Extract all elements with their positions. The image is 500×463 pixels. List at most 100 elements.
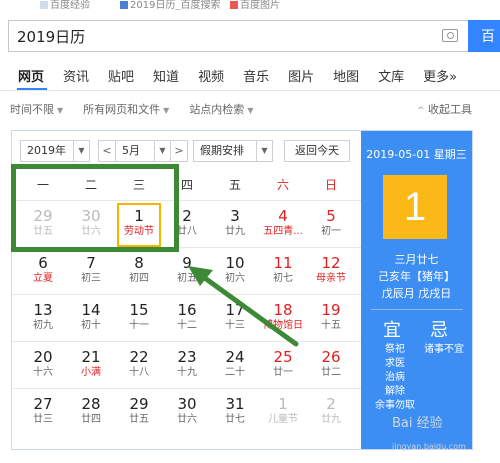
calendar-day-cell[interactable]: 17 十三 (213, 297, 257, 341)
calendar-day-cell[interactable]: 13 初九 (21, 297, 65, 341)
type-filter[interactable]: 所有网页和文件 ▼ (83, 101, 169, 117)
calendar-day-cell[interactable]: 25 廿一 (261, 344, 305, 388)
site-filter[interactable]: 站点内检索 ▼ (189, 101, 253, 117)
lunar-label: 初三 (81, 273, 101, 284)
calendar-day-cell[interactable]: 28 廿四 (69, 391, 113, 435)
search-filters: 时间不限 ▼ 所有网页和文件 ▼ 站点内检索 ▼ (10, 101, 273, 117)
calendar-day-cell[interactable]: 2 廿九 (309, 391, 353, 435)
selected-day-number: 1 (383, 175, 447, 239)
calendar-day-cell[interactable]: 26 廿二 (309, 344, 353, 388)
day-number: 10 (225, 254, 245, 272)
tab-1[interactable]: 资讯 (63, 66, 89, 86)
day-number: 1 (278, 395, 288, 413)
calendar-day-cell[interactable]: 21 小满 (69, 344, 113, 388)
divider (12, 388, 361, 389)
browser-tab[interactable]: 百度经验 (40, 0, 90, 10)
camera-icon[interactable] (442, 29, 458, 42)
lunar-label: 十一 (129, 320, 149, 331)
year-select[interactable]: 2019年 ▼ (20, 140, 90, 162)
weekday-label: 六 (276, 178, 289, 192)
calendar-day-cell[interactable]: 4 五四青... (261, 203, 305, 247)
calendar-day-cell[interactable]: 3 廿九 (213, 203, 257, 247)
holiday-select[interactable]: 假期安排 ▼ (193, 140, 273, 162)
tab-9[interactable]: 更多» (423, 66, 457, 86)
day-number: 18 (273, 301, 293, 319)
day-number: 8 (134, 254, 144, 272)
day-number: 28 (81, 395, 101, 413)
yi-item: 解除 (385, 386, 405, 397)
collapse-tools-label: 收起工具 (428, 103, 472, 116)
back-to-today-button[interactable]: 返回今天 (284, 140, 350, 162)
tab-2[interactable]: 贴吧 (108, 66, 134, 86)
calendar-day-cell[interactable]: 6 立夏 (21, 250, 65, 294)
search-button[interactable]: 百 (468, 20, 500, 52)
tab-3[interactable]: 知道 (153, 66, 179, 86)
browser-tab[interactable]: 百度图片 (230, 0, 280, 10)
calendar-day-cell[interactable]: 11 初七 (261, 250, 305, 294)
calendar-day-cell[interactable]: 7 初三 (69, 250, 113, 294)
calendar-day-cell[interactable]: 27 廿三 (21, 391, 65, 435)
ganzhi-year: 己亥年【猪年】 (378, 270, 455, 283)
lunar-label: 廿九 (225, 226, 245, 237)
calendar-day-cell[interactable]: 12 母亲节 (309, 250, 353, 294)
day-number: 11 (273, 254, 293, 272)
yi-item: 祭祀 (385, 344, 405, 355)
back-to-today-label: 返回今天 (295, 144, 339, 157)
tab-8[interactable]: 文库 (378, 66, 404, 86)
next-month-button[interactable]: > (170, 140, 188, 162)
browser-tab[interactable]: 2019日历_百度搜索 (120, 0, 220, 10)
divider (0, 90, 500, 91)
calendar-day-cell[interactable]: 19 十五 (309, 297, 353, 341)
day-number: 23 (177, 348, 197, 366)
ji-list: 诸事不宜 (419, 343, 469, 357)
time-filter[interactable]: 时间不限 ▼ (10, 101, 63, 117)
prev-month-label: < (102, 144, 112, 157)
tab-6[interactable]: 图片 (288, 66, 314, 86)
day-number: 29 (129, 395, 149, 413)
collapse-tools-link[interactable]: ^ 收起工具 (417, 101, 472, 117)
calendar-day-cell[interactable]: 10 初六 (213, 250, 257, 294)
day-number: 5 (326, 207, 336, 225)
calendar-day-cell[interactable]: 1 儿童节 (261, 391, 305, 435)
lunar-label: 五四青... (263, 226, 303, 237)
calendar-day-cell[interactable]: 14 初十 (69, 297, 113, 341)
calendar-day-cell[interactable]: 16 十二 (165, 297, 209, 341)
day-number: 19 (321, 301, 341, 319)
tab-0[interactable]: 网页 (18, 66, 44, 86)
calendar-day-cell[interactable]: 18 博物馆日 (261, 297, 305, 341)
day-number: 20 (33, 348, 53, 366)
browser-tab-label: 百度经验 (50, 0, 90, 10)
calendar-day-cell[interactable]: 30 廿六 (165, 391, 209, 435)
lunar-label: 廿一 (273, 367, 293, 378)
day-number: 9 (182, 254, 192, 272)
yi-item: 治病 (385, 372, 405, 383)
calendar-day-cell[interactable]: 9 初五 (165, 250, 209, 294)
prev-month-button[interactable]: < (98, 140, 116, 162)
calendar-day-cell[interactable]: 29 廿五 (117, 391, 161, 435)
day-number: 25 (273, 348, 293, 366)
calendar-day-cell[interactable]: 20 十六 (21, 344, 65, 388)
weekday-label: 日 (324, 178, 337, 192)
site-filter-label: 站点内检索 (189, 103, 245, 116)
time-filter-label: 时间不限 (10, 103, 54, 116)
year-select-value: 2019年 (27, 144, 66, 157)
calendar-day-cell[interactable]: 8 初四 (117, 250, 161, 294)
month-select[interactable]: 5月 ▼ (115, 140, 171, 162)
month-select-value: 5月 (122, 144, 140, 157)
calendar-day-cell[interactable]: 22 十八 (117, 344, 161, 388)
lunar-label: 初五 (177, 273, 197, 284)
calendar-day-cell[interactable]: 5 初一 (309, 203, 353, 247)
calendar-day-cell[interactable]: 24 二十 (213, 344, 257, 388)
calendar-day-cell[interactable]: 15 十一 (117, 297, 161, 341)
chevron-down-icon: ▼ (256, 141, 272, 161)
tab-5[interactable]: 音乐 (243, 66, 269, 86)
tab-7[interactable]: 地图 (333, 66, 359, 86)
calendar-day-cell[interactable]: 23 十九 (165, 344, 209, 388)
tab-4[interactable]: 视频 (198, 66, 224, 86)
lunar-label: 母亲节 (316, 273, 346, 284)
caret-down-icon: ▼ (163, 106, 170, 115)
lunar-label: 廿五 (129, 414, 149, 425)
search-input[interactable] (9, 21, 409, 51)
day-number: 27 (33, 395, 53, 413)
calendar-day-cell[interactable]: 31 廿七 (213, 391, 257, 435)
